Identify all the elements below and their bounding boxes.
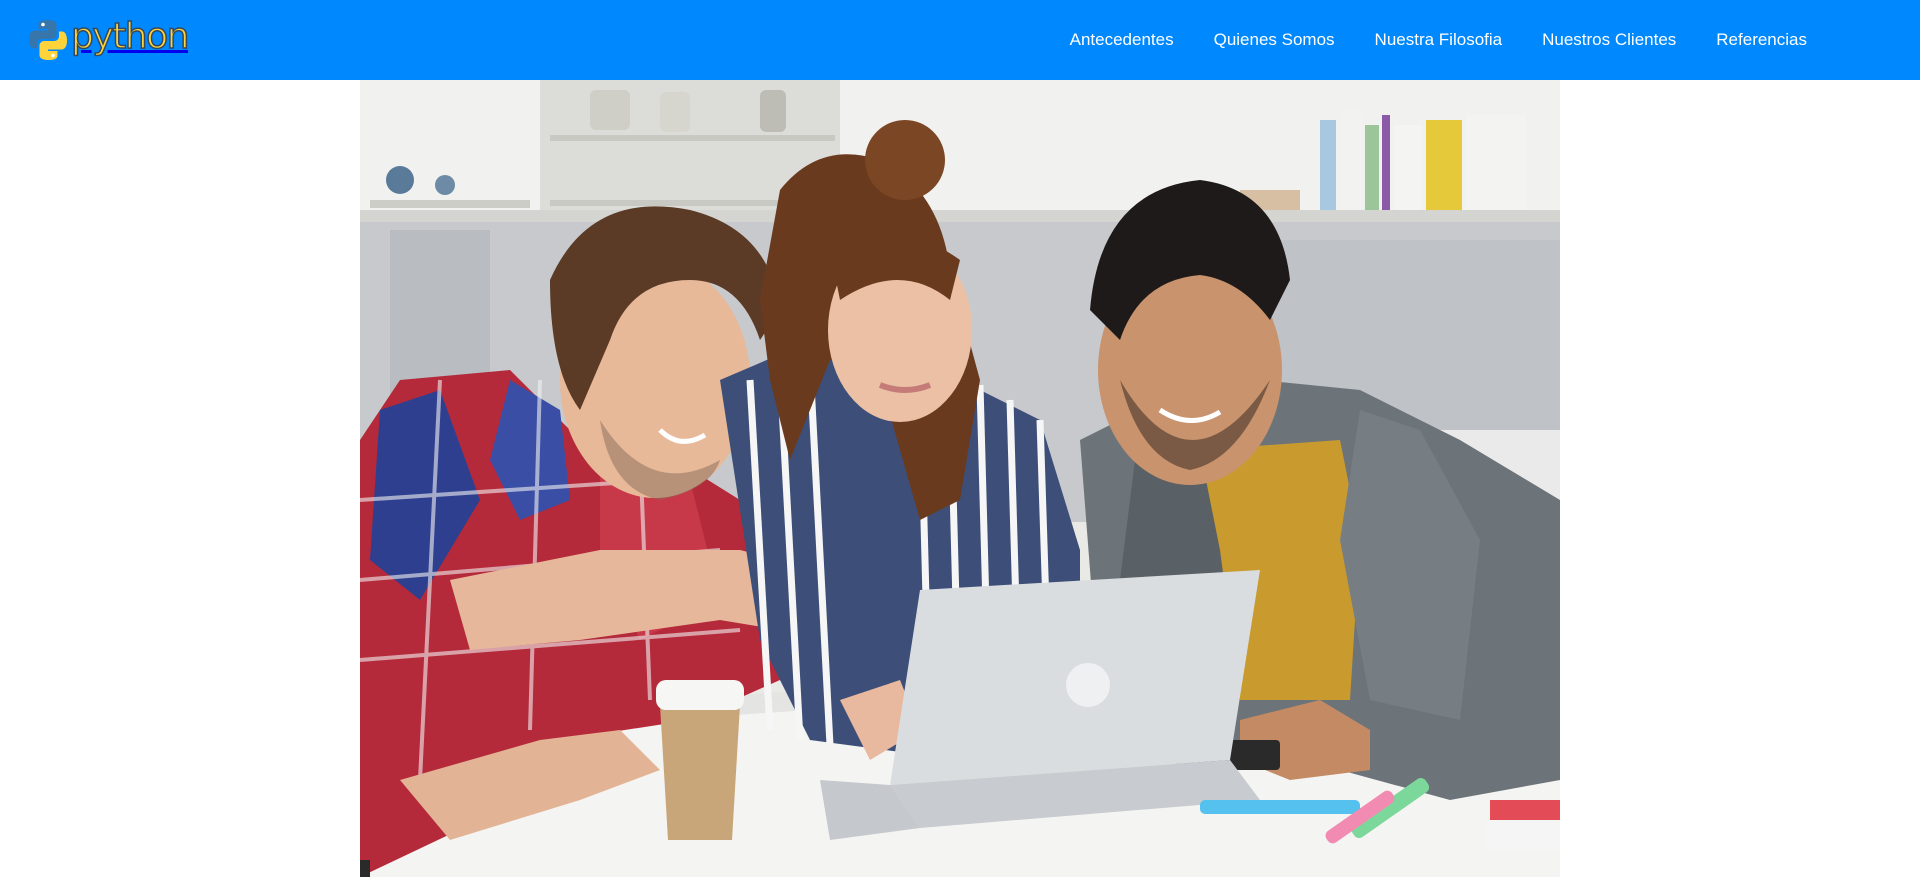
nav-link-nuestros-clientes[interactable]: Nuestros Clientes: [1542, 30, 1676, 50]
main-nav: Antecedentes Quienes Somos Nuestra Filos…: [1070, 0, 1807, 80]
navbar: python Antecedentes Quienes Somos Nuestr…: [0, 0, 1920, 80]
python-logo-link[interactable]: python: [28, 16, 190, 62]
nav-link-quienes-somos[interactable]: Quienes Somos: [1214, 30, 1335, 50]
nav-link-nuestra-filosofia[interactable]: Nuestra Filosofia: [1375, 30, 1503, 50]
logo-wordmark: python: [70, 16, 190, 57]
nav-link-antecedentes[interactable]: Antecedentes: [1070, 30, 1174, 50]
nav-link-referencias[interactable]: Referencias: [1716, 30, 1807, 50]
hero-photo-students-laptop: [360, 80, 1560, 877]
hero-image: [360, 80, 1560, 877]
python-logo-icon: [29, 20, 67, 60]
